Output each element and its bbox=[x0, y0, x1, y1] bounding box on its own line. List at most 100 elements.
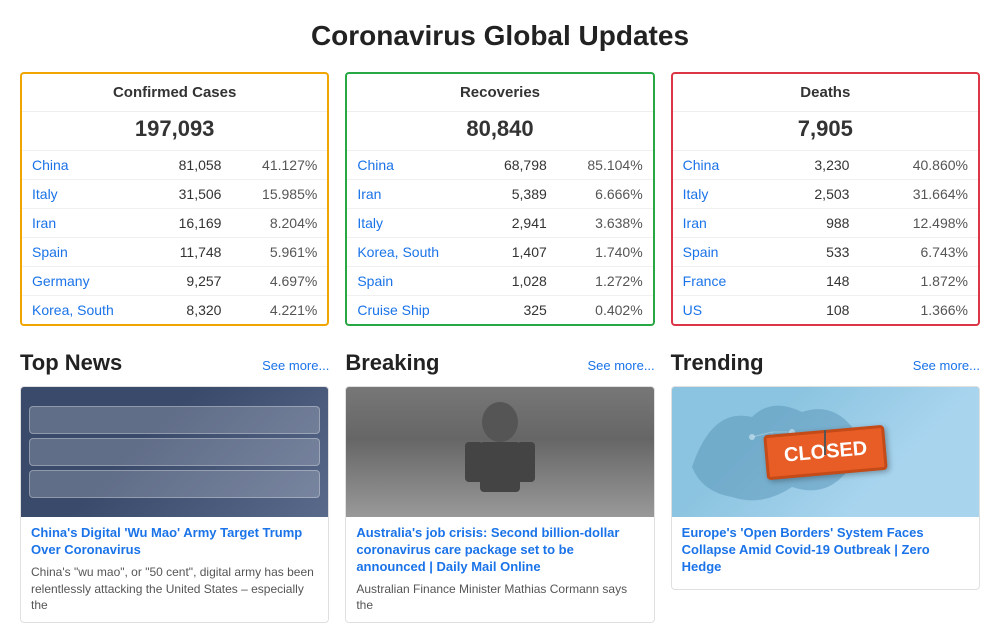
deaths-panel: Deaths 7,905 China 3,230 40.860% Italy 2… bbox=[671, 72, 980, 326]
table-row: Germany 9,257 4.697% bbox=[22, 267, 327, 296]
count-cell: 9,257 bbox=[152, 267, 232, 296]
pct-cell: 5.961% bbox=[231, 238, 327, 267]
breaking-image bbox=[346, 387, 653, 517]
trending-section: Trending See more... bbox=[671, 350, 980, 623]
count-cell: 988 bbox=[773, 209, 860, 238]
count-cell: 2,941 bbox=[477, 209, 557, 238]
top-news-card: China's Digital 'Wu Mao' Army Target Tru… bbox=[20, 386, 329, 623]
confirmed-header: Confirmed Cases bbox=[22, 74, 327, 112]
table-row: US 108 1.366% bbox=[673, 296, 978, 325]
pct-cell: 12.498% bbox=[859, 209, 978, 238]
count-cell: 108 bbox=[773, 296, 860, 325]
table-row: Iran 988 12.498% bbox=[673, 209, 978, 238]
page-wrapper: Coronavirus Global Updates Confirmed Cas… bbox=[0, 0, 1000, 643]
pct-cell: 85.104% bbox=[557, 151, 653, 180]
recoveries-total: 80,840 bbox=[347, 112, 652, 150]
pct-cell: 3.638% bbox=[557, 209, 653, 238]
top-news-section: Top News See more... China's Digital 'Wu… bbox=[20, 350, 329, 623]
top-news-body: China's Digital 'Wu Mao' Army Target Tru… bbox=[21, 517, 328, 622]
country-link[interactable]: Korea, South bbox=[22, 296, 152, 325]
pct-cell: 8.204% bbox=[231, 209, 327, 238]
confirmed-total: 197,093 bbox=[22, 112, 327, 150]
country-link[interactable]: China bbox=[22, 151, 152, 180]
person-silhouette bbox=[450, 392, 550, 512]
count-cell: 5,389 bbox=[477, 180, 557, 209]
breaking-body: Australia's job crisis: Second billion-d… bbox=[346, 517, 653, 622]
table-row: Spain 1,028 1.272% bbox=[347, 267, 652, 296]
table-row: Spain 11,748 5.961% bbox=[22, 238, 327, 267]
country-link[interactable]: Cruise Ship bbox=[347, 296, 477, 325]
trending-title: Trending bbox=[671, 350, 764, 376]
table-row: Italy 31,506 15.985% bbox=[22, 180, 327, 209]
table-row: Italy 2,941 3.638% bbox=[347, 209, 652, 238]
top-news-card-text: China's "wu mao", or "50 cent", digital … bbox=[31, 564, 318, 614]
pct-cell: 0.402% bbox=[557, 296, 653, 325]
count-cell: 31,506 bbox=[152, 180, 232, 209]
pct-cell: 15.985% bbox=[231, 180, 327, 209]
table-row: Korea, South 8,320 4.221% bbox=[22, 296, 327, 325]
country-link[interactable]: Spain bbox=[673, 238, 773, 267]
country-link[interactable]: Iran bbox=[22, 209, 152, 238]
count-cell: 325 bbox=[477, 296, 557, 325]
table-row: Iran 5,389 6.666% bbox=[347, 180, 652, 209]
table-row: Iran 16,169 8.204% bbox=[22, 209, 327, 238]
sign-rope bbox=[824, 430, 826, 455]
breaking-header: Breaking See more... bbox=[345, 350, 654, 376]
trending-body: Europe's 'Open Borders' System Faces Col… bbox=[672, 517, 979, 589]
top-news-header: Top News See more... bbox=[20, 350, 329, 376]
table-row: Spain 533 6.743% bbox=[673, 238, 978, 267]
deaths-total: 7,905 bbox=[673, 112, 978, 150]
count-cell: 11,748 bbox=[152, 238, 232, 267]
count-cell: 2,503 bbox=[773, 180, 860, 209]
tweet-line-1 bbox=[29, 406, 320, 434]
recoveries-panel: Recoveries 80,840 China 68,798 85.104% I… bbox=[345, 72, 654, 326]
country-link[interactable]: Spain bbox=[22, 238, 152, 267]
news-row: Top News See more... China's Digital 'Wu… bbox=[20, 350, 980, 623]
europe-map-bg: CLOSED bbox=[672, 387, 979, 517]
sign-container: CLOSED bbox=[765, 430, 886, 475]
deaths-table: China 3,230 40.860% Italy 2,503 31.664% … bbox=[673, 150, 978, 324]
breaking-card-text: Australian Finance Minister Mathias Corm… bbox=[356, 581, 643, 615]
breaking-card-title[interactable]: Australia's job crisis: Second billion-d… bbox=[356, 525, 643, 576]
tweet-line-2 bbox=[29, 438, 320, 466]
page-title: Coronavirus Global Updates bbox=[20, 20, 980, 52]
count-cell: 8,320 bbox=[152, 296, 232, 325]
country-link[interactable]: Korea, South bbox=[347, 238, 477, 267]
pct-cell: 41.127% bbox=[231, 151, 327, 180]
country-link[interactable]: Germany bbox=[22, 267, 152, 296]
top-news-card-title[interactable]: China's Digital 'Wu Mao' Army Target Tru… bbox=[31, 525, 318, 559]
country-link[interactable]: China bbox=[347, 151, 477, 180]
table-row: Cruise Ship 325 0.402% bbox=[347, 296, 652, 325]
country-link[interactable]: Spain bbox=[347, 267, 477, 296]
top-news-see-more[interactable]: See more... bbox=[262, 358, 329, 373]
trending-see-more[interactable]: See more... bbox=[913, 358, 980, 373]
trending-image: CLOSED bbox=[672, 387, 979, 517]
count-cell: 148 bbox=[773, 267, 860, 296]
country-link[interactable]: Italy bbox=[673, 180, 773, 209]
pct-cell: 6.743% bbox=[859, 238, 978, 267]
recoveries-table: China 68,798 85.104% Iran 5,389 6.666% I… bbox=[347, 150, 652, 324]
tweet-line-3 bbox=[29, 470, 320, 498]
country-link[interactable]: France bbox=[673, 267, 773, 296]
count-cell: 1,028 bbox=[477, 267, 557, 296]
trending-card: CLOSED Europe's 'Open Borders' System Fa… bbox=[671, 386, 980, 590]
table-row: Korea, South 1,407 1.740% bbox=[347, 238, 652, 267]
country-link[interactable]: China bbox=[673, 151, 773, 180]
count-cell: 16,169 bbox=[152, 209, 232, 238]
pct-cell: 31.664% bbox=[859, 180, 978, 209]
table-row: China 3,230 40.860% bbox=[673, 151, 978, 180]
country-link[interactable]: Italy bbox=[347, 209, 477, 238]
pct-cell: 40.860% bbox=[859, 151, 978, 180]
country-link[interactable]: US bbox=[673, 296, 773, 325]
pct-cell: 1.366% bbox=[859, 296, 978, 325]
pct-cell: 1.272% bbox=[557, 267, 653, 296]
count-cell: 533 bbox=[773, 238, 860, 267]
table-row: China 81,058 41.127% bbox=[22, 151, 327, 180]
country-link[interactable]: Iran bbox=[673, 209, 773, 238]
country-link[interactable]: Italy bbox=[22, 180, 152, 209]
country-link[interactable]: Iran bbox=[347, 180, 477, 209]
tweet-mock bbox=[21, 398, 328, 506]
table-row: France 148 1.872% bbox=[673, 267, 978, 296]
trending-card-title[interactable]: Europe's 'Open Borders' System Faces Col… bbox=[682, 525, 969, 576]
breaking-see-more[interactable]: See more... bbox=[587, 358, 654, 373]
